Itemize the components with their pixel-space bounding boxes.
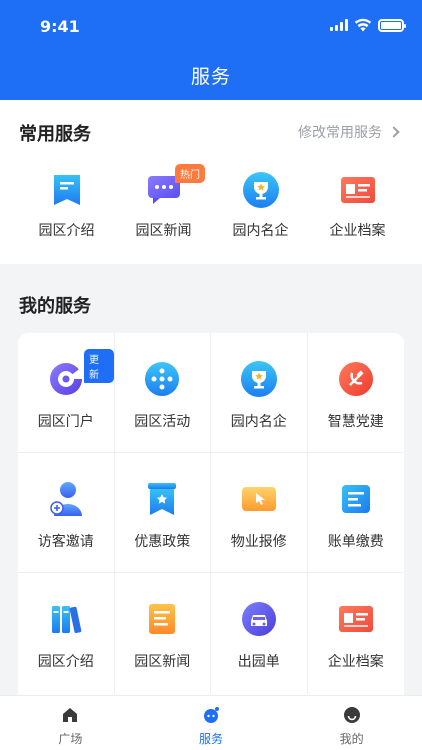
grid-item-label: 优惠政策 <box>134 534 191 550</box>
repair-icon <box>239 479 279 519</box>
grid-item-smart-party[interactable]: 智慧党建 <box>307 333 404 453</box>
service-icon <box>204 707 219 723</box>
common-item-famous-companies[interactable]: 园内名企 <box>212 170 309 240</box>
my-services-title: 我的服务 <box>19 296 91 317</box>
trophy-icon <box>239 359 279 399</box>
common-item-park-news[interactable]: 热门 园区新闻 <box>115 164 212 240</box>
tab-square[interactable]: 广场 <box>0 696 141 750</box>
tab-label: 广场 <box>58 732 83 746</box>
portal-icon <box>46 359 86 399</box>
activity-icon <box>142 359 182 399</box>
star-bookmark-icon <box>142 479 182 519</box>
party-emblem-icon <box>336 359 376 399</box>
battery-icon <box>378 18 406 32</box>
common-services-section: 常用服务 修改常用服务 园区介绍 热门 园区新闻 园内名企 企业档案 <box>0 100 422 264</box>
bookmark-doc-icon <box>47 170 87 210</box>
common-item-label: 园区介绍 <box>38 223 95 239</box>
car-icon <box>239 599 279 639</box>
tab-label: 服务 <box>199 732 224 746</box>
visitor-icon <box>46 479 86 519</box>
grid-item-label: 园区活动 <box>134 414 191 430</box>
grid-item-park-portal[interactable]: 更新 园区门户 <box>18 333 115 453</box>
trophy-icon <box>241 170 281 210</box>
common-item-park-intro[interactable]: 园区介绍 <box>18 170 115 240</box>
signal-icon <box>330 19 348 31</box>
grid-item-label: 园内名企 <box>230 414 287 430</box>
modify-common-services-link[interactable]: 修改常用服务 <box>298 122 400 142</box>
hot-badge: 热门 <box>175 164 205 183</box>
common-services-list: 园区介绍 热门 园区新闻 园内名企 企业档案 <box>0 164 422 240</box>
common-services-title: 常用服务 <box>19 124 91 145</box>
status-icons <box>330 18 406 32</box>
grid-item-label: 园区门户 <box>37 414 94 430</box>
update-badge: 更新 <box>84 349 114 383</box>
grid-item-label: 企业档案 <box>327 654 384 670</box>
common-item-label: 园内名企 <box>232 223 289 239</box>
books-icon <box>46 599 86 639</box>
grid-item-label: 物业报修 <box>230 534 287 550</box>
grid-item-company-archive[interactable]: 企业档案 <box>308 573 405 693</box>
common-item-label: 园区新闻 <box>135 223 192 239</box>
wifi-icon <box>354 18 372 32</box>
id-card-icon <box>336 599 376 639</box>
grid-item-bill-payment[interactable]: 账单缴费 <box>307 453 404 573</box>
top-header: 9:41 服务 <box>0 0 422 100</box>
common-item-company-archive[interactable]: 企业档案 <box>309 170 406 240</box>
home-icon <box>63 708 78 722</box>
grid-item-label: 访客邀请 <box>37 534 94 550</box>
profile-icon <box>343 707 360 723</box>
grid-item-famous-companies[interactable]: 园内名企 <box>211 333 308 453</box>
bill-icon <box>336 479 376 519</box>
grid-item-exit-pass[interactable]: 出园单 <box>211 573 308 693</box>
id-card-icon <box>338 170 378 210</box>
grid-item-park-activities[interactable]: 园区活动 <box>114 333 211 453</box>
news-doc-icon <box>142 599 182 639</box>
page-title: 服务 <box>190 66 231 88</box>
grid-item-label: 园区介绍 <box>37 654 94 670</box>
grid-item-label: 账单缴费 <box>327 534 384 550</box>
grid-item-visitor-invite[interactable]: 访客邀请 <box>18 453 115 573</box>
grid-item-property-repair[interactable]: 物业报修 <box>211 453 308 573</box>
common-item-label: 企业档案 <box>329 223 386 239</box>
status-time: 9:41 <box>40 17 80 36</box>
grid-item-park-news[interactable]: 园区新闻 <box>115 573 211 693</box>
tab-label: 我的 <box>339 732 364 746</box>
grid-item-preferential-policy[interactable]: 优惠政策 <box>114 453 211 573</box>
grid-item-label: 园区新闻 <box>134 654 191 670</box>
grid-item-label: 出园单 <box>237 654 280 670</box>
my-services-grid: 更新 园区门户 园区活动 园内名企 智慧党建 访客邀请 优惠政策 物业报修 账单… <box>18 333 404 703</box>
tab-service[interactable]: 服务 <box>141 696 282 750</box>
chevron-right-icon <box>388 126 400 138</box>
tab-mine[interactable]: 我的 <box>281 696 422 750</box>
modify-label: 修改常用服务 <box>298 125 382 141</box>
grid-item-park-intro[interactable]: 园区介绍 <box>18 573 115 693</box>
grid-item-label: 智慧党建 <box>327 414 384 430</box>
bottom-tab-bar: 广场 服务 我的 <box>0 695 422 750</box>
